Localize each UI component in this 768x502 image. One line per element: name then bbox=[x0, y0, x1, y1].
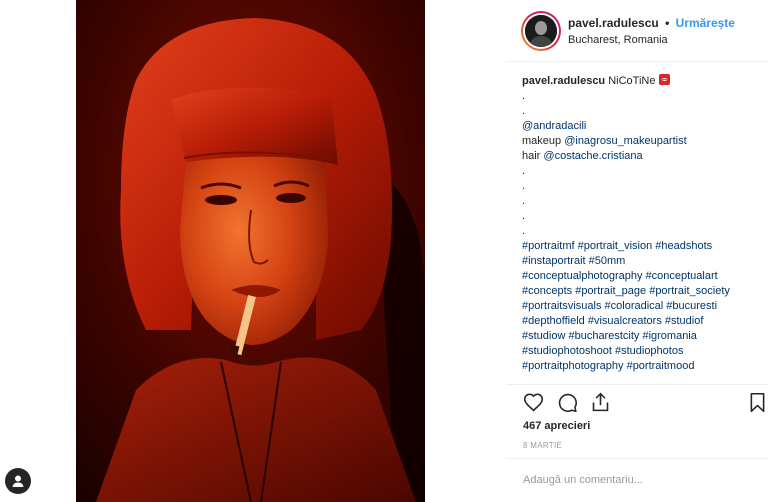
lips-emoji-icon bbox=[658, 74, 670, 85]
divider bbox=[506, 384, 768, 385]
likes-count[interactable]: 467 aprecieri bbox=[523, 420, 590, 432]
follow-button[interactable]: Urmărește bbox=[676, 16, 735, 30]
mention-model[interactable]: @andradacili bbox=[522, 119, 760, 134]
mention-hair[interactable]: @costache.cristiana bbox=[543, 150, 642, 162]
hashtag-line[interactable]: #portraitmf #portrait_vision #headshots bbox=[522, 239, 760, 254]
like-button[interactable] bbox=[522, 391, 544, 413]
comment-button[interactable] bbox=[556, 391, 578, 413]
caption-dot: . bbox=[522, 210, 526, 222]
avatar[interactable] bbox=[521, 11, 561, 51]
hashtag-line[interactable]: #conceptualphotography #conceptualart bbox=[522, 269, 760, 284]
divider bbox=[506, 458, 768, 459]
mention-makeup[interactable]: @inagrosu_makeupartist bbox=[564, 135, 686, 147]
post-header: pavel.radulescu • Urmărește Bucharest, R… bbox=[506, 0, 768, 62]
post-date[interactable]: 8 MARTIE bbox=[523, 441, 562, 450]
comment-input[interactable] bbox=[523, 470, 753, 490]
heart-icon bbox=[523, 392, 543, 411]
caption-dot: . bbox=[522, 195, 526, 207]
hair-label: hair bbox=[522, 150, 541, 162]
caption-title: NiCoTiNe bbox=[608, 75, 656, 87]
share-icon bbox=[592, 392, 608, 411]
portrait-image bbox=[76, 0, 425, 502]
hashtag-line[interactable]: #portraitsvisuals #coloradical #bucurest… bbox=[522, 299, 760, 314]
caption-first-line: pavel.radulescu NiCoTiNe bbox=[522, 74, 760, 89]
location-link[interactable]: Bucharest, Romania bbox=[568, 34, 668, 46]
caption-makeup-line: makeup @inagrosu_makeupartist bbox=[522, 134, 760, 149]
avatar-image bbox=[525, 15, 557, 47]
hashtag-line[interactable]: #concepts #portrait_page #portrait_socie… bbox=[522, 284, 760, 299]
header-separator: • bbox=[665, 16, 670, 30]
hashtag-line[interactable]: #studiow #bucharestcity #igromania bbox=[522, 329, 760, 344]
header-user-line: pavel.radulescu • Urmărește bbox=[568, 16, 735, 30]
instagram-post-view: pavel.radulescu • Urmărește Bucharest, R… bbox=[0, 0, 768, 502]
caption-dot: . bbox=[522, 225, 526, 237]
bookmark-icon bbox=[750, 392, 764, 412]
action-bar bbox=[522, 391, 764, 413]
share-button[interactable] bbox=[589, 391, 611, 413]
profile-button[interactable] bbox=[5, 468, 31, 494]
save-button[interactable] bbox=[746, 391, 768, 413]
caption-dot: . bbox=[522, 180, 526, 192]
caption-dot: . bbox=[522, 90, 526, 102]
post-side-panel: pavel.radulescu • Urmărește Bucharest, R… bbox=[506, 0, 768, 502]
caption-area: pavel.radulescu NiCoTiNe . . @andradacil… bbox=[522, 74, 760, 384]
caption-dot: . bbox=[522, 165, 526, 177]
left-gutter bbox=[0, 0, 76, 502]
header-username[interactable]: pavel.radulescu bbox=[568, 16, 659, 30]
hashtag-line[interactable]: #studiophotoshoot #studiophotos bbox=[522, 344, 760, 359]
hashtag-line[interactable]: #depthoffield #visualcreators #studiof bbox=[522, 314, 760, 329]
caption-hair-line: hair @costache.cristiana bbox=[522, 149, 760, 164]
caption-dot: . bbox=[522, 105, 526, 117]
hashtag-line[interactable]: #instaportrait #50mm bbox=[522, 254, 760, 269]
comment-icon bbox=[558, 393, 577, 412]
post-photo[interactable] bbox=[76, 0, 425, 502]
hashtag-line[interactable]: #portraitphotography #portraitmood bbox=[522, 359, 760, 374]
makeup-label: makeup bbox=[522, 135, 562, 147]
caption-username[interactable]: pavel.radulescu bbox=[522, 75, 605, 87]
user-icon bbox=[12, 475, 24, 487]
